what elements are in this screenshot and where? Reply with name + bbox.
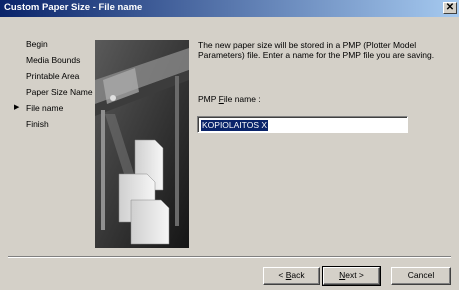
current-step-arrow-icon: ▶ xyxy=(14,104,20,111)
step-label: Printable Area xyxy=(26,71,80,81)
back-button[interactable]: < Back xyxy=(263,267,320,285)
close-icon: ✕ xyxy=(445,2,455,13)
step-paper-size-name: Paper Size Name xyxy=(26,87,93,97)
pmp-file-name-label: PMP File name : xyxy=(198,94,261,104)
next-button[interactable]: Next > xyxy=(322,266,381,286)
label-text: ile name : xyxy=(223,94,261,104)
plotter-illustration xyxy=(95,40,189,248)
title-bar: Custom Paper Size - File name ✕ xyxy=(0,0,459,17)
close-button[interactable]: ✕ xyxy=(443,2,457,14)
step-file-name: ▶ File name xyxy=(14,103,64,113)
step-label: Paper Size Name xyxy=(26,87,93,97)
next-label-rest: ext > xyxy=(345,270,364,280)
step-media-bounds: Media Bounds xyxy=(26,55,80,65)
label-text: PMP xyxy=(198,94,219,104)
step-label: Finish xyxy=(26,119,49,129)
pmp-file-name-value: KOPIOLAITOS X xyxy=(201,120,269,131)
divider xyxy=(8,256,451,258)
back-label: < xyxy=(278,270,286,280)
step-label: Media Bounds xyxy=(26,55,81,65)
cancel-button[interactable]: Cancel xyxy=(391,267,451,285)
step-label: File name xyxy=(26,103,64,113)
step-label: Begin xyxy=(26,39,48,49)
step-begin: Begin xyxy=(26,39,48,49)
wizard-description: The new paper size will be stored in a P… xyxy=(198,40,435,60)
window-title: Custom Paper Size - File name xyxy=(4,2,143,13)
step-printable-area: Printable Area xyxy=(26,71,79,81)
pmp-file-name-input[interactable]: KOPIOLAITOS X xyxy=(197,116,408,133)
cancel-label: Cancel xyxy=(407,270,435,280)
plotter-illustration-graphic xyxy=(95,40,189,248)
step-finish: Finish xyxy=(26,119,49,129)
back-label-rest: ack xyxy=(291,270,305,280)
